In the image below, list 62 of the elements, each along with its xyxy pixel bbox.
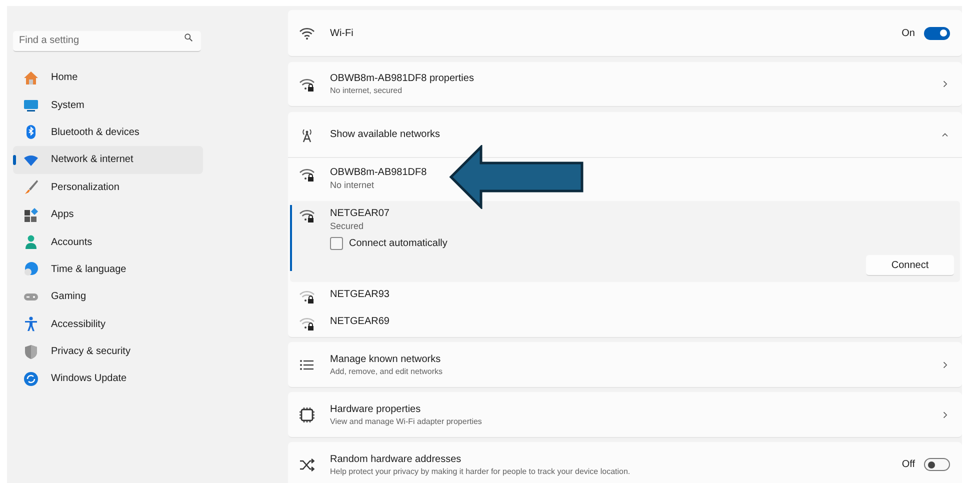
toggle-state-label: On	[902, 26, 915, 40]
network-item[interactable]: NETGEAR07 Secured Connect automatically Connect	[290, 201, 960, 282]
toggle-state-label: Off	[902, 458, 915, 472]
sidebar-item[interactable]: System	[13, 91, 203, 119]
home-icon	[23, 70, 39, 86]
wifi-lock-icon	[299, 166, 315, 182]
globe-clock-icon	[23, 261, 39, 278]
setting-title: Manage known networks	[330, 352, 442, 366]
network-name: OBWB8m-AB981DF8	[330, 166, 427, 179]
setting-card[interactable]: OBWB8m-AB981DF8 properties No internet, secured	[288, 62, 962, 107]
checkbox[interactable]	[330, 237, 343, 250]
wifi-lock-icon	[299, 207, 315, 223]
sidebar-item[interactable]: Apps	[13, 200, 203, 228]
network-name: NETGEAR69	[330, 314, 390, 328]
person-icon	[23, 234, 39, 250]
update-icon	[23, 370, 39, 387]
setting-description: No internet, secured	[330, 85, 404, 96]
search-field[interactable]: Find a setting	[13, 30, 201, 52]
setting-card[interactable]: Manage known networks Add, remove, and edit networks	[288, 342, 962, 388]
network-name: NETGEAR07	[330, 207, 390, 220]
setting-description: Add, remove, and edit networks	[330, 366, 444, 376]
network-name: NETGEAR93	[330, 288, 390, 300]
chip-icon	[299, 406, 315, 422]
sidebar-item[interactable]: Home	[13, 64, 203, 92]
sidebar-item[interactable]: Accessibility	[13, 310, 203, 338]
setting-card[interactable]: Wi-Fi On	[288, 10, 962, 57]
setting-title: Random hardware addresses	[330, 452, 462, 466]
sidebar-item[interactable]: Windows Update	[13, 365, 203, 393]
setting-title: Hardware properties	[330, 402, 422, 416]
brush-icon	[23, 179, 39, 196]
toggle-switch[interactable]	[924, 26, 950, 40]
setting-title: Wi-Fi	[330, 26, 354, 40]
apps-icon	[23, 206, 39, 223]
setting-title: OBWB8m-AB981DF8 properties	[330, 72, 475, 85]
sidebar-item[interactable]: Network & internet	[13, 146, 203, 174]
setting-card[interactable]: Hardware properties View and manage Wi-Fi adapter properties	[288, 392, 962, 438]
checkbox-label: Connect automatically	[349, 237, 448, 251]
setting-title: Show available networks	[330, 128, 442, 141]
sidebar-item[interactable]: Gaming	[13, 283, 203, 311]
expander-card[interactable]: Show available networks OBWB8m-AB981DF8 No internet NETGEAR07 Secured Connect automatically Connect NETGEAR93 NETGEAR69	[288, 112, 962, 338]
setting-description: View and manage Wi-Fi adapter properties	[330, 416, 483, 426]
connect-button[interactable]: Connect	[866, 255, 954, 276]
network-status: No internet	[330, 179, 376, 192]
wifi-lock-icon	[299, 76, 315, 92]
setting-card[interactable]: Random hardware addresses Help protect your privacy by making it harder for people to track your device location. Off	[288, 442, 962, 483]
toggle-switch[interactable]	[924, 458, 950, 471]
accessibility-icon	[23, 316, 39, 332]
sidebar-item[interactable]: Bluetooth & devices	[13, 118, 203, 146]
network-status: Secured	[330, 220, 365, 233]
sidebar-item[interactable]: Privacy & security	[13, 338, 203, 366]
network-item[interactable]: OBWB8m-AB981DF8 No internet	[290, 158, 960, 201]
sidebar-item[interactable]: Time & language	[13, 256, 203, 284]
sidebar-item[interactable]: Accounts	[13, 228, 203, 256]
network-item[interactable]: NETGEAR69	[290, 309, 960, 336]
monitor-icon	[23, 97, 39, 114]
search-icon	[184, 33, 193, 42]
shuffle-icon	[299, 456, 315, 472]
setting-description: Help protect your privacy by making it harder for people to track your device location.	[330, 466, 632, 476]
network-item[interactable]: NETGEAR93	[290, 282, 960, 309]
sidebar-item[interactable]: Personalization	[13, 174, 203, 201]
shield-icon	[23, 344, 39, 360]
wifi-icon	[299, 25, 315, 41]
